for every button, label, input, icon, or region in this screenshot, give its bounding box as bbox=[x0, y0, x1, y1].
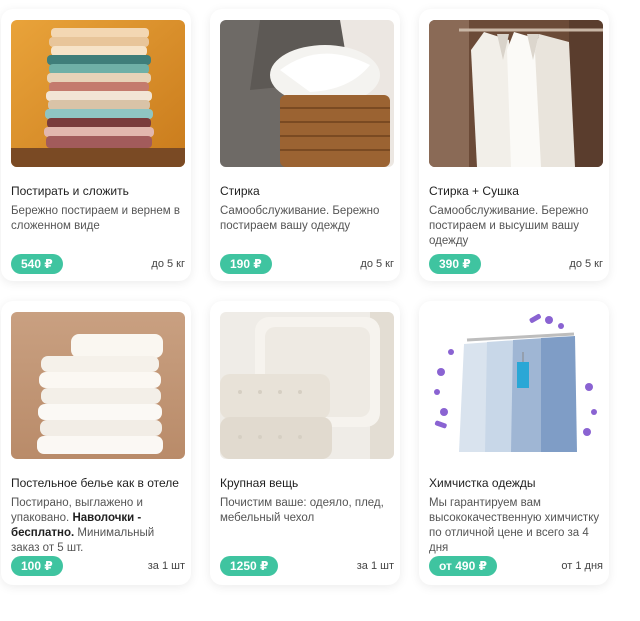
service-description: Постирано, выглажено и упаковано. Наволо… bbox=[11, 497, 155, 554]
price-badge[interactable]: 1250 ₽ bbox=[220, 556, 279, 576]
service-description: Почистим ваше: одеяло, плед, мебельный ч… bbox=[220, 497, 384, 524]
shirts-on-hangers-image bbox=[429, 20, 603, 167]
service-card-wash-dry[interactable]: Стирка + Сушка Самообслуживание. Бережно… bbox=[419, 9, 609, 281]
service-description: Самообслуживание. Бережно постираем и вы… bbox=[429, 205, 589, 247]
service-description: Самообслуживание. Бережно постираем вашу… bbox=[220, 205, 380, 232]
service-unit: от 1 дня bbox=[561, 560, 603, 572]
service-card-dry-cleaning[interactable]: Химчистка одежды Мы гарантируем вам высо… bbox=[419, 301, 609, 585]
service-title: Стирка bbox=[220, 184, 260, 198]
garments-in-covers-image bbox=[429, 312, 603, 459]
service-card-wash[interactable]: Стирка Самообслуживание. Бережно постира… bbox=[210, 9, 400, 281]
service-card-wash-fold[interactable]: Постирать и сложить Бережно постираем и … bbox=[1, 9, 191, 281]
price-badge[interactable]: 190 ₽ bbox=[220, 254, 272, 274]
service-card-large-item[interactable]: Крупная вещь Почистим ваше: одеяло, плед… bbox=[210, 301, 400, 585]
price-badge[interactable]: 390 ₽ bbox=[429, 254, 481, 274]
folded-bed-linen-image bbox=[11, 312, 185, 459]
laundry-basket-image bbox=[220, 20, 394, 167]
folded-clothes-stack-image bbox=[11, 20, 185, 167]
service-unit: до 5 кг bbox=[360, 258, 394, 270]
service-card-bed-linen[interactable]: Постельное белье как в отеле Постирано, … bbox=[1, 301, 191, 585]
service-title: Постирать и сложить bbox=[11, 184, 129, 198]
service-title: Стирка + Сушка bbox=[429, 184, 519, 198]
pillow-and-blankets-image bbox=[220, 312, 394, 459]
service-title: Крупная вещь bbox=[220, 476, 299, 490]
service-unit: до 5 кг bbox=[569, 258, 603, 270]
service-unit: до 5 кг bbox=[151, 258, 185, 270]
service-unit: за 1 шт bbox=[356, 560, 394, 572]
service-title: Постельное белье как в отеле bbox=[11, 476, 179, 490]
service-description: Бережно постираем и вернем в сложенном в… bbox=[11, 205, 180, 232]
price-badge[interactable]: от 490 ₽ bbox=[429, 556, 497, 576]
service-title: Химчистка одежды bbox=[429, 476, 536, 490]
price-badge[interactable]: 540 ₽ bbox=[11, 254, 63, 274]
price-badge[interactable]: 100 ₽ bbox=[11, 556, 63, 576]
service-unit: за 1 шт bbox=[147, 560, 185, 572]
service-description: Мы гарантируем вам высококачественную хи… bbox=[429, 497, 600, 554]
